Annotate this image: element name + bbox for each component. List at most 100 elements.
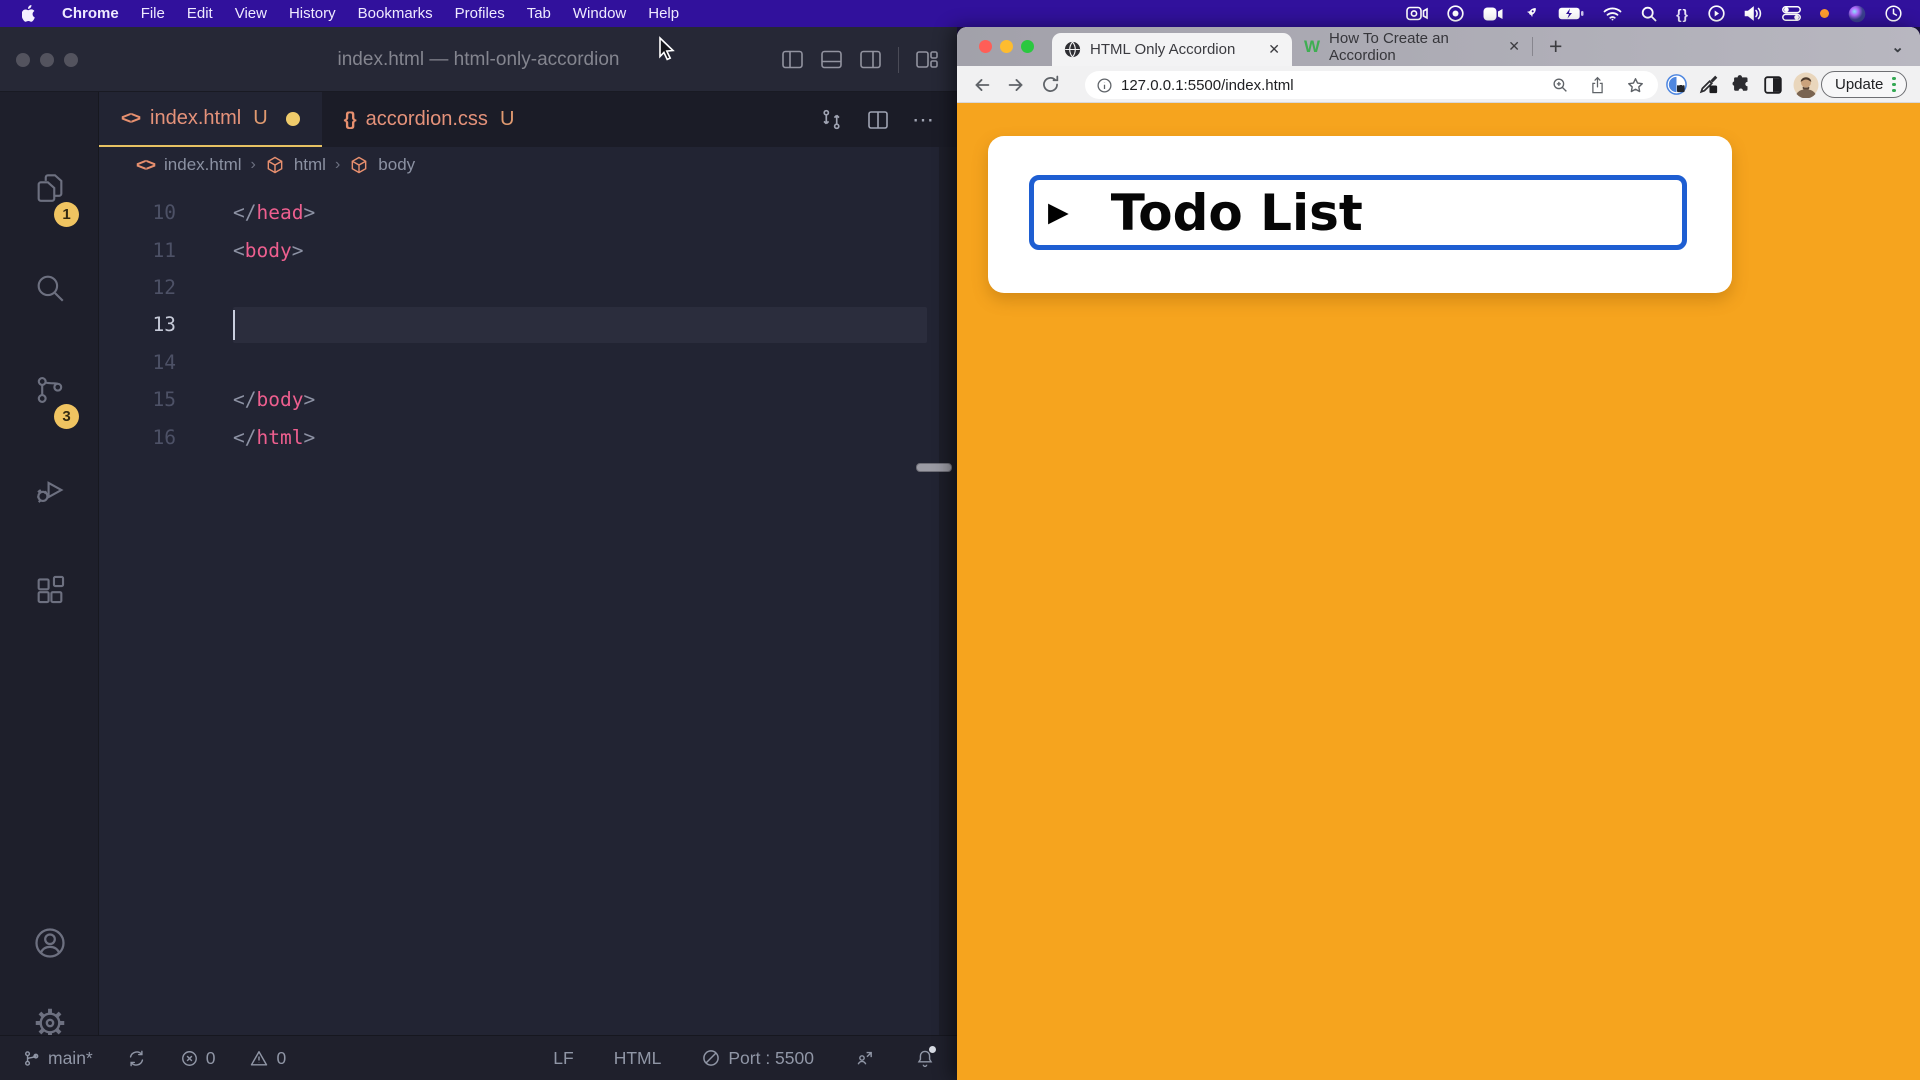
chrome-zoom-button[interactable] [1021,40,1034,53]
customize-layout-icon[interactable] [915,48,939,71]
run-debug-icon[interactable] [0,454,99,526]
live-share-icon[interactable] [854,1048,875,1068]
live-server-port[interactable]: Port : 5500 [701,1048,814,1069]
editor-scrollbar-gutter[interactable] [939,147,957,1035]
back-button[interactable] [971,66,993,103]
code-line-current[interactable]: 13 [99,306,939,343]
menu-help[interactable]: Help [637,5,690,22]
volume-icon[interactable] [1744,6,1763,21]
menu-tab[interactable]: Tab [516,5,562,22]
breadcrumbs[interactable]: <> index.html › html › body [99,147,957,183]
breadcrumb-file[interactable]: index.html [164,155,241,175]
tab-label: accordion.css [366,108,488,131]
warnings-item[interactable]: 0 [249,1048,286,1069]
battery-icon[interactable] [1558,7,1584,20]
forward-button[interactable] [1005,66,1027,103]
code-line[interactable]: 14 [99,344,939,381]
menu-profiles[interactable]: Profiles [444,5,516,22]
menu-history[interactable]: History [278,5,347,22]
code-line[interactable]: 15</body> [99,381,939,418]
site-info-icon[interactable] [1096,77,1113,94]
chrome-close-button[interactable] [979,40,992,53]
video-camera-icon[interactable] [1483,7,1503,21]
notifications-bell-icon[interactable] [915,1048,935,1069]
breadcrumb-body[interactable]: body [378,155,415,175]
browser-tab-inactive[interactable]: W How To Create an Accordion ✕ [1304,27,1520,66]
eol-indicator[interactable]: LF [553,1048,573,1069]
menu-view[interactable]: View [224,5,278,22]
editor-tab-accordion-css[interactable]: {} accordion.css U [322,92,537,147]
play-circle-icon[interactable] [1708,5,1725,22]
window-resize-handle[interactable] [916,463,952,472]
menu-edit[interactable]: Edit [176,5,224,22]
git-branch-item[interactable]: main* [22,1048,93,1069]
wifi-icon[interactable] [1603,7,1622,21]
code-line[interactable]: 12 [99,269,939,306]
tab-close-icon[interactable]: ✕ [1508,38,1520,55]
toggle-primary-sidebar-icon[interactable] [781,48,804,71]
toggle-secondary-sidebar-icon[interactable] [859,48,882,71]
tab-title: HTML Only Accordion [1090,41,1235,58]
source-control-badge: 3 [54,404,79,429]
errors-item[interactable]: 0 [180,1048,216,1069]
code-line[interactable]: 10</head> [99,194,939,231]
split-editor-icon[interactable] [866,108,890,132]
control-center-icon[interactable] [1782,6,1801,21]
extensions-icon[interactable] [0,554,99,626]
css-file-icon: {} [344,109,356,130]
tab-overflow-chevron-icon[interactable]: ⌄ [1891,27,1904,66]
menu-bookmarks[interactable]: Bookmarks [347,5,444,22]
unsaved-dot-icon[interactable] [286,112,300,126]
explorer-icon[interactable] [0,152,99,224]
sync-icon[interactable] [127,1049,146,1068]
account-icon[interactable] [0,907,99,979]
editor-tab-index-html[interactable]: <> index.html U [99,92,322,147]
toggle-panel-icon[interactable] [820,48,843,71]
chrome-minimize-button[interactable] [1000,40,1013,53]
record-button-icon[interactable] [1447,5,1464,22]
chrome-update-button[interactable]: Update [1821,71,1907,98]
open-changes-icon[interactable] [819,107,844,132]
code-line[interactable]: 11<body> [99,231,939,268]
url-text[interactable]: 127.0.0.1:5500/index.html [1121,77,1294,94]
zoom-icon[interactable] [1551,76,1569,94]
clock-icon[interactable] [1885,5,1902,22]
apple-menu-icon[interactable] [22,5,37,22]
address-bar[interactable]: 127.0.0.1:5500/index.html [1085,71,1658,99]
code-editor[interactable]: 10</head> 11<body> 12 13 14 15</body> 16… [99,183,939,1035]
share-icon[interactable] [1589,76,1606,95]
menu-file[interactable]: File [130,5,176,22]
menu-chrome[interactable]: Chrome [51,5,130,22]
chrome-tabstrip: HTML Only Accordion ✕ W How To Create an… [957,27,1920,66]
screen-record-icon[interactable] [1406,6,1428,21]
rocket-icon[interactable] [1522,5,1539,22]
new-tab-button[interactable]: + [1549,27,1562,66]
extensions-puzzle-icon[interactable] [1729,66,1752,103]
reload-button[interactable] [1040,66,1061,103]
source-control-icon[interactable] [0,354,99,426]
more-actions-icon[interactable]: ⋯ [912,107,935,133]
titlebar-separator [898,47,899,73]
explorer-badge: 1 [54,202,79,227]
browser-menu-dots-icon[interactable] [1892,77,1896,93]
bookmark-star-icon[interactable] [1626,76,1645,95]
darkmode-extension-icon[interactable] [1762,66,1784,103]
symbol-cube-icon [349,155,369,175]
html-file-icon: <> [136,155,155,176]
browser-tab-active[interactable]: HTML Only Accordion ✕ [1052,33,1292,66]
language-mode[interactable]: HTML [614,1048,662,1069]
recording-indicator-dot [1820,9,1829,18]
search-icon[interactable] [0,252,99,324]
menu-window[interactable]: Window [562,5,637,22]
privacy-extension-icon[interactable] [1665,66,1688,103]
breadcrumb-html[interactable]: html [294,155,326,175]
tab-close-icon[interactable]: ✕ [1268,41,1280,58]
braces-menu-icon[interactable]: {} [1676,6,1689,22]
colorpicker-extension-icon[interactable] [1697,66,1720,103]
siri-icon[interactable] [1848,5,1866,23]
todo-accordion-summary[interactable]: ▶ Todo List [1029,175,1687,250]
profile-avatar[interactable] [1793,66,1819,103]
code-line[interactable]: 16</html> [99,418,939,455]
vscode-titlebar[interactable]: index.html — html-only-accordion [0,27,957,92]
spotlight-search-icon[interactable] [1641,6,1657,22]
